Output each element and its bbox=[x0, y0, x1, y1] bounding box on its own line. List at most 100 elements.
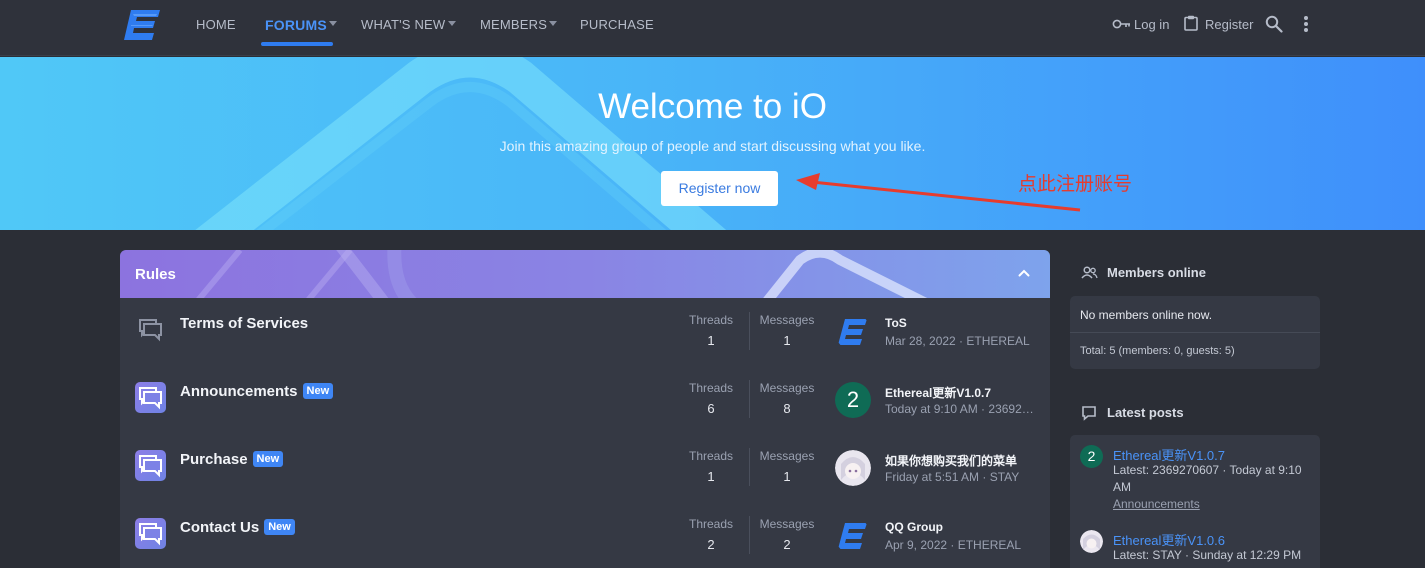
annotation-label: 点此注册账号 bbox=[1018, 174, 1133, 195]
messages-stat: Messages 1 bbox=[757, 449, 817, 484]
welcome-banner: Welcome to iO Join this amazing group of… bbox=[0, 57, 1425, 230]
messages-stat: Messages 8 bbox=[757, 381, 817, 416]
nav-members[interactable]: MEMBERS bbox=[480, 0, 547, 50]
threads-stat: Threads 1 bbox=[681, 313, 741, 348]
comment-icon bbox=[1082, 406, 1096, 421]
last-post-meta: Friday at 5:51 AM · STAY bbox=[885, 470, 1020, 484]
messages-label: Messages bbox=[759, 517, 815, 531]
last-post-title[interactable]: Ethereal更新V1.0.7 bbox=[885, 384, 991, 401]
login-link[interactable]: Log in bbox=[1112, 15, 1172, 35]
ethereal-logo-avatar[interactable] bbox=[835, 314, 871, 350]
nav-whats-new[interactable]: WHAT'S NEW bbox=[361, 0, 445, 50]
forum-title-text: Announcements bbox=[180, 383, 298, 400]
threads-label: Threads bbox=[688, 381, 734, 395]
threads-count: 1 bbox=[707, 333, 715, 348]
chat-bubbles-icon bbox=[139, 455, 162, 478]
messages-count: 8 bbox=[783, 401, 791, 416]
register-now-button[interactable]: Register now bbox=[661, 171, 778, 206]
rules-forum-panel: Rules Terms of Services Threads 1 Messag… bbox=[120, 250, 1050, 568]
register-label: Register bbox=[1205, 17, 1254, 32]
new-badge: New bbox=[264, 519, 295, 535]
stat-divider bbox=[749, 312, 750, 350]
members-online-box: No members online now. Total: 5 (members… bbox=[1070, 296, 1320, 369]
ethereal-logo-avatar[interactable] bbox=[835, 518, 871, 554]
nav-active-indicator bbox=[261, 42, 333, 46]
register-link[interactable]: Register bbox=[1184, 15, 1254, 35]
forum-row: Announcements New Threads 6 Messages 8 2 … bbox=[120, 366, 1050, 434]
last-post-title[interactable]: ToS bbox=[885, 316, 907, 330]
forum-title-text: Contact Us bbox=[180, 519, 260, 536]
more-options-icon[interactable] bbox=[1303, 15, 1309, 33]
forum-title[interactable]: Terms of Services bbox=[180, 315, 308, 332]
members-online-heading: Members online bbox=[1081, 265, 1281, 283]
chevron-up-icon[interactable] bbox=[1018, 267, 1030, 279]
latest-post-info: Latest: 2369270607 · Today at 9:10 AM bbox=[1113, 463, 1302, 494]
forum-title-text: Terms of Services bbox=[180, 315, 309, 332]
rules-panel-header[interactable]: Rules bbox=[120, 250, 1050, 298]
last-post-meta: Today at 9:10 AM · 2369270607 bbox=[885, 402, 1040, 416]
forum-icon bbox=[135, 314, 166, 345]
latest-post-meta: Latest: STAY · Sunday at 12:29 PM bbox=[1113, 548, 1302, 562]
anime-avatar[interactable] bbox=[1080, 530, 1103, 553]
forum-row: Contact Us New Threads 2 Messages 2 QQ Gr… bbox=[120, 502, 1050, 568]
stat-divider bbox=[749, 516, 750, 554]
threads-label: Threads bbox=[688, 517, 734, 531]
users-icon bbox=[1081, 266, 1098, 279]
latest-post-forum-link[interactable]: Announcements bbox=[1113, 497, 1200, 511]
hero-title: Welcome to iO bbox=[598, 87, 827, 126]
header-decoration bbox=[196, 250, 928, 298]
forum-title[interactable]: Announcements New bbox=[180, 383, 334, 400]
nav-purchase[interactable]: PURCHASE bbox=[580, 0, 654, 50]
nav-members-chevron-down-icon[interactable] bbox=[546, 0, 557, 50]
site-logo[interactable] bbox=[122, 9, 162, 41]
user-avatar[interactable]: 2 bbox=[835, 382, 871, 418]
new-badge: New bbox=[252, 451, 284, 467]
latest-posts-title[interactable]: Latest posts bbox=[1107, 405, 1184, 420]
user-avatar[interactable]: 2 bbox=[1080, 445, 1103, 468]
forum-icon bbox=[135, 518, 166, 549]
search-icon[interactable] bbox=[1265, 15, 1283, 33]
latest-posts-box: 2 Ethereal更新V1.0.7 Latest: 2369270607 · … bbox=[1070, 435, 1320, 568]
hero-subtitle: Join this amazing group of people and st… bbox=[499, 138, 926, 154]
last-post-title[interactable]: QQ Group bbox=[885, 520, 943, 534]
key-icon bbox=[1112, 19, 1130, 29]
members-online-status: No members online now. bbox=[1080, 308, 1213, 322]
messages-label: Messages bbox=[759, 381, 815, 395]
last-post-meta: Mar 28, 2022 · ETHEREAL bbox=[885, 334, 1030, 348]
forum-icon bbox=[135, 450, 166, 481]
messages-count: 2 bbox=[783, 537, 791, 552]
chat-bubbles-icon bbox=[139, 319, 162, 342]
latest-posts-heading: Latest posts bbox=[1081, 405, 1281, 423]
messages-count: 1 bbox=[783, 469, 791, 484]
new-badge: New bbox=[302, 383, 334, 399]
chat-bubbles-icon bbox=[139, 387, 162, 410]
divider bbox=[1070, 332, 1320, 333]
messages-label: Messages bbox=[759, 313, 815, 327]
stat-divider bbox=[749, 448, 750, 486]
rules-panel-title: Rules bbox=[135, 266, 176, 283]
latest-post-item: 2 Ethereal更新V1.0.7 Latest: 2369270607 · … bbox=[1070, 435, 1320, 520]
members-online-total: Total: 5 (members: 0, guests: 5) bbox=[1080, 345, 1235, 357]
forum-row: Terms of Services Threads 1 Messages 1 T… bbox=[120, 298, 1050, 366]
messages-stat: Messages 2 bbox=[757, 517, 817, 552]
threads-label: Threads bbox=[688, 313, 734, 327]
messages-label: Messages bbox=[759, 449, 815, 463]
chat-bubbles-icon bbox=[139, 523, 162, 546]
members-online-title[interactable]: Members online bbox=[1107, 265, 1206, 280]
last-post-title[interactable]: 如果你想购买我们的菜单 bbox=[885, 452, 1017, 469]
top-navigation: HOME FORUMS WHAT'S NEW MEMBERS PURCHASE … bbox=[0, 0, 1425, 56]
latest-post-item: Ethereal更新V1.0.6 Latest: STAY · Sunday a… bbox=[1070, 520, 1320, 568]
forum-title[interactable]: Purchase New bbox=[180, 451, 284, 468]
anime-avatar[interactable] bbox=[835, 450, 871, 486]
messages-stat: Messages 1 bbox=[757, 313, 817, 348]
threads-label: Threads bbox=[688, 449, 734, 463]
forum-title[interactable]: Contact Us New bbox=[180, 519, 295, 536]
threads-stat: Threads 6 bbox=[681, 381, 741, 416]
forum-icon bbox=[135, 382, 166, 413]
nav-forums-label: FORUMS bbox=[265, 17, 327, 33]
nav-home[interactable]: HOME bbox=[196, 0, 236, 50]
threads-count: 6 bbox=[707, 401, 715, 416]
threads-stat: Threads 1 bbox=[681, 449, 741, 484]
messages-count: 1 bbox=[783, 333, 791, 348]
nav-whats-new-chevron-down-icon[interactable] bbox=[445, 0, 456, 50]
